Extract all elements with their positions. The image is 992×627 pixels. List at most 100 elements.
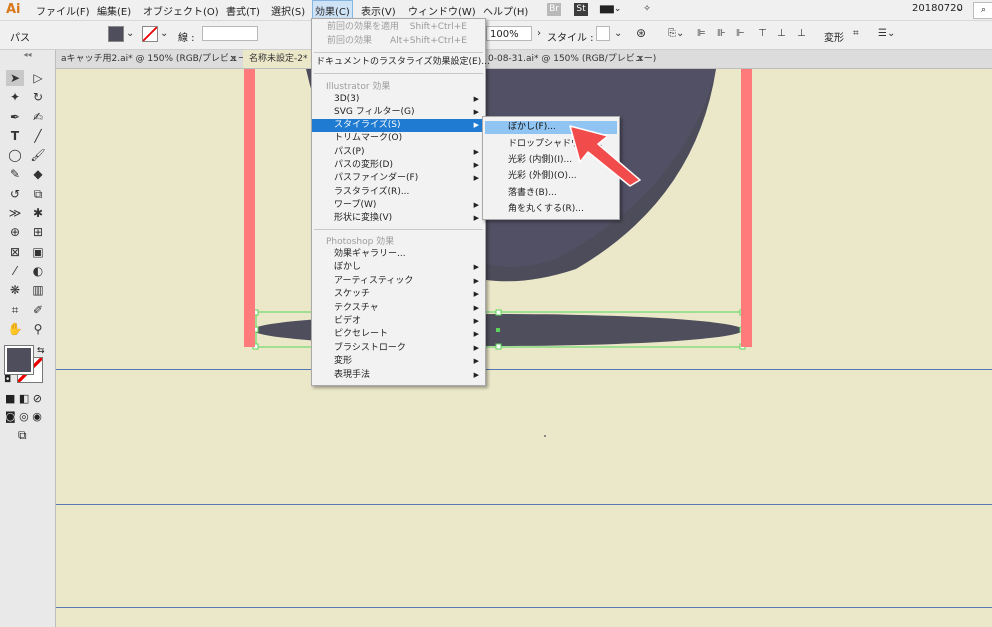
workspace-chevron-icon[interactable]: ⌄: [956, 3, 964, 14]
menu-item-sketch[interactable]: スケッチ ▶: [312, 288, 485, 301]
menu-item-distort[interactable]: 変形 ▶: [312, 355, 485, 368]
menu-item-brush-strokes[interactable]: ブラシストローク ▶: [312, 342, 485, 355]
menu-item-svg-filter[interactable]: SVG フィルター(G) ▶: [312, 106, 485, 119]
shape-builder-icon[interactable]: ⊕: [6, 224, 24, 240]
panel-menu-icon[interactable]: ☰⌄: [878, 28, 895, 39]
fill-chevron-icon[interactable]: ⌄: [126, 28, 134, 39]
direct-selection-tool-icon[interactable]: ▷: [29, 70, 47, 86]
align-top-icon[interactable]: ⊤: [758, 28, 767, 39]
opacity-field[interactable]: 100%: [486, 26, 532, 41]
shaper-icon[interactable]: ✎: [6, 166, 24, 182]
menu-help[interactable]: ヘルプ(H): [483, 3, 528, 18]
symbol-sprayer-icon[interactable]: ❋: [6, 282, 24, 298]
guide-line[interactable]: [56, 369, 992, 370]
default-colors-icon[interactable]: ◘: [4, 375, 11, 385]
color-mode-icon[interactable]: ■ ◧ ⊘: [5, 392, 42, 405]
menu-item-3d[interactable]: 3D(3) ▶: [312, 93, 485, 106]
close-icon[interactable]: ×: [636, 50, 644, 68]
menu-view[interactable]: 表示(V): [361, 3, 396, 18]
align-to-icon[interactable]: ⎘⌄: [668, 28, 684, 39]
tab-document[interactable]: aキャッチ用2.ai* @ 150% (RGB/プレビュー) ×: [55, 50, 250, 68]
slice-icon[interactable]: ✐: [29, 302, 47, 318]
style-swatch[interactable]: [596, 26, 610, 41]
menu-item-distort-transform[interactable]: パスの変形(D) ▶: [312, 159, 485, 172]
eyedropper-icon[interactable]: ⁄: [6, 263, 24, 279]
paintbrush-icon[interactable]: 🖌: [29, 147, 47, 163]
menu-item-video[interactable]: ビデオ ▶: [312, 315, 485, 328]
align-bottom-icon[interactable]: ⊥: [797, 28, 806, 39]
menu-type[interactable]: 書式(T): [226, 3, 260, 18]
guide-line[interactable]: [56, 504, 992, 505]
search-icon[interactable]: ⌕: [973, 2, 992, 19]
zoom-icon[interactable]: ⚲: [29, 321, 47, 337]
menu-item-effect-gallery[interactable]: 効果ギャラリー...: [312, 248, 485, 261]
perspective-icon[interactable]: ⊞: [29, 224, 47, 240]
line-icon[interactable]: ╱: [29, 128, 47, 144]
menu-select[interactable]: 選択(S): [271, 3, 305, 18]
menu-item-pathfinder[interactable]: パスファインダー(F) ▶: [312, 172, 485, 185]
gradient-icon[interactable]: ▣: [29, 244, 47, 260]
tab-document-active[interactable]: 名称未設定-2* @: [243, 50, 319, 68]
guide-line[interactable]: [56, 607, 992, 608]
ellipse-icon[interactable]: ◯: [6, 147, 24, 163]
close-icon[interactable]: ×: [229, 50, 237, 68]
menu-item-warp[interactable]: ワープ(W) ▶: [312, 199, 485, 212]
eraser-icon[interactable]: ◆: [29, 166, 47, 182]
menu-edit[interactable]: 編集(E): [97, 3, 131, 18]
puppet-warp-icon[interactable]: ✱: [29, 205, 47, 221]
menu-window[interactable]: ウィンドウ(W): [408, 3, 476, 18]
menu-item-stylize-photoshop[interactable]: 表現手法 ▶: [312, 369, 485, 382]
lasso-icon[interactable]: ↻: [29, 89, 47, 105]
artboard-icon[interactable]: ⌗: [6, 302, 24, 318]
menu-object[interactable]: オブジェクト(O): [143, 3, 219, 18]
stroke-weight-field[interactable]: [202, 26, 258, 41]
menu-item-stylize[interactable]: スタイライズ(S) ▶: [312, 119, 485, 132]
graph-icon[interactable]: ▥: [29, 282, 47, 298]
menu-item-texture[interactable]: テクスチャ ▶: [312, 302, 485, 315]
panel-grip[interactable]: ◂◂: [0, 50, 55, 60]
draw-mode-icon[interactable]: ◙ ◎ ◉: [5, 410, 42, 423]
selection-tool-icon[interactable]: ➤: [6, 70, 24, 86]
arrange-documents-icon[interactable]: ▆▆⌄: [600, 3, 621, 16]
bridge-button[interactable]: Br: [547, 3, 561, 16]
menu-item-raster-settings[interactable]: ドキュメントのラスタライズ効果設定(E)...: [312, 56, 490, 69]
isolate-icon[interactable]: ⌗: [853, 28, 859, 39]
gpu-performance-icon[interactable]: ✧: [640, 3, 654, 16]
menu-item-blur[interactable]: ぼかし ▶: [312, 261, 485, 274]
style-chevron-icon[interactable]: ⌄: [614, 28, 622, 39]
scale-icon[interactable]: ⧉: [29, 186, 47, 202]
type-icon[interactable]: T: [6, 128, 24, 144]
stroke-chevron-icon[interactable]: ⌄: [160, 28, 168, 39]
submenu-item-round-corners[interactable]: 角を丸くする(R)...: [483, 203, 619, 216]
opacity-chevron-icon[interactable]: ›: [537, 28, 541, 39]
curvature-icon[interactable]: ✍: [29, 109, 47, 125]
align-right-icon[interactable]: ⊩: [736, 28, 745, 39]
fill-box[interactable]: [4, 345, 34, 375]
stock-button[interactable]: St: [574, 3, 588, 16]
align-center-icon[interactable]: ⊪: [717, 28, 726, 39]
blend-icon[interactable]: ◐: [29, 263, 47, 279]
align-left-icon[interactable]: ⊫: [697, 28, 706, 39]
rotate-icon[interactable]: ↺: [6, 186, 24, 202]
menu-item-path[interactable]: パス(P) ▶: [312, 146, 485, 159]
transform-link[interactable]: 変形: [824, 29, 844, 44]
tab-document[interactable]: 0-08-31.ai* @ 150% (RGB/プレビュー) ×: [482, 50, 656, 68]
menu-item-artistic[interactable]: アーティスティック ▶: [312, 275, 485, 288]
hand-icon[interactable]: ✋: [6, 321, 24, 337]
menu-item-pixelate[interactable]: ピクセレート ▶: [312, 328, 485, 341]
magic-wand-icon[interactable]: ✦: [6, 89, 24, 105]
screen-mode-icon[interactable]: ⧉: [18, 428, 27, 443]
width-icon[interactable]: ≫: [6, 205, 24, 221]
pen-icon[interactable]: ✒: [6, 109, 24, 125]
stroke-swatch[interactable]: [142, 26, 158, 42]
swap-fill-stroke-icon[interactable]: ⇆: [37, 346, 45, 356]
submenu-item-scribble[interactable]: 落書き(B)...: [483, 187, 619, 200]
menu-item-rasterize[interactable]: ラスタライズ(R)...: [312, 186, 485, 199]
menu-file[interactable]: ファイル(F): [36, 3, 90, 18]
menu-item-trim-marks[interactable]: トリムマーク(O): [312, 132, 485, 145]
fill-swatch[interactable]: [108, 26, 124, 42]
recolor-icon[interactable]: ⊛: [636, 26, 646, 40]
align-middle-icon[interactable]: ⊥: [777, 28, 786, 39]
mesh-icon[interactable]: ⊠: [6, 244, 24, 260]
menu-item-convert-to-shape[interactable]: 形状に変換(V) ▶: [312, 212, 485, 225]
